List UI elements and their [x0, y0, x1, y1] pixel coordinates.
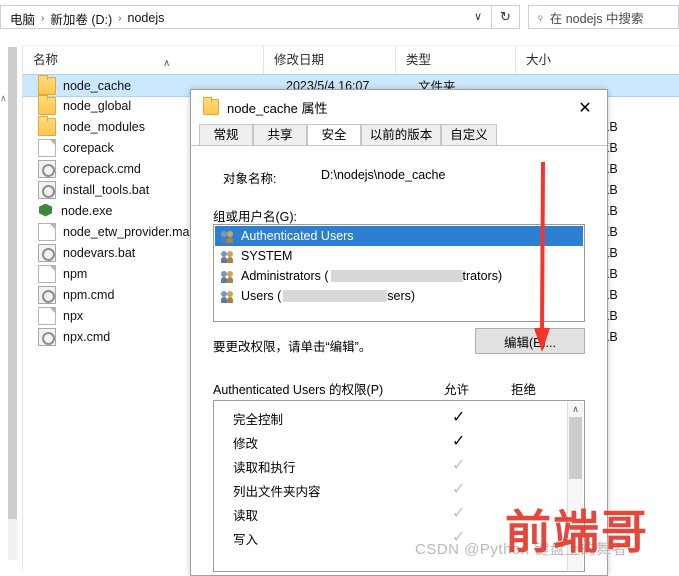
node-icon — [38, 203, 54, 219]
column-header-type[interactable]: 类型 — [395, 46, 515, 74]
group-user-listbox[interactable]: Authenticated Users SYSTEM Administrators … — [213, 224, 585, 322]
dialog-title-bar[interactable]: node_cache 属性 ✕ — [191, 90, 607, 124]
users-group-icon — [221, 270, 236, 283]
allow-checkmark-icon: ✓ — [452, 431, 466, 450]
tab-3[interactable]: 以前的版本 — [361, 124, 441, 146]
groups-label: 组或用户名(G): — [213, 210, 298, 224]
file-name: node.exe — [61, 203, 113, 218]
group-list-item[interactable]: Administrators ( trators) — [215, 266, 583, 286]
group-list-item[interactable]: Users ( sers) — [215, 286, 583, 306]
group-name: Users ( — [241, 289, 282, 303]
file-name: npx.cmd — [63, 329, 111, 344]
group-name: Authenticated Users — [241, 229, 354, 243]
nav-scrollbar-thumb[interactable] — [8, 47, 17, 519]
breadcrumb-separator: › — [41, 12, 45, 24]
group-name: Administrators ( — [241, 269, 329, 283]
file-name: node_cache — [63, 78, 132, 93]
breadcrumb-item-2[interactable]: nodejs — [125, 11, 168, 25]
document-icon — [38, 306, 56, 325]
collapse-caret-icon[interactable]: ∧ — [0, 93, 7, 104]
folder-icon — [38, 74, 56, 95]
allow-checkmark-icon: ✓ — [452, 455, 466, 474]
refresh-icon[interactable]: ↻ — [492, 5, 520, 29]
tab-2[interactable]: 安全 — [307, 124, 361, 146]
script-icon — [38, 243, 56, 262]
file-name: npm.cmd — [63, 287, 115, 302]
column-header-row: 名称 ∧ 修改日期 类型 大小 — [0, 45, 679, 75]
change-permission-hint: 要更改权限，请单击“编辑”。 — [213, 340, 372, 354]
allow-checkmark-icon: ✓ — [452, 407, 466, 426]
file-name: corepack — [63, 140, 114, 155]
document-icon — [38, 138, 56, 157]
edit-button[interactable]: 编辑(E)... — [475, 328, 585, 354]
permission-row[interactable]: 修改 ✓ — [215, 429, 583, 453]
search-placeholder: 在 nodejs 中搜索 — [549, 11, 644, 26]
breadcrumb-item-1[interactable]: 新加卷 (D:) — [47, 9, 115, 28]
users-group-icon — [221, 230, 236, 243]
file-name: corepack.cmd — [63, 161, 141, 176]
file-name: install_tools.bat — [63, 182, 150, 197]
chevron-down-icon[interactable]: ∨ — [471, 10, 485, 24]
permissions-title: Authenticated Users 的权限(P) — [213, 383, 384, 397]
redacted-text — [330, 270, 463, 282]
column-header-size[interactable]: 大小 — [515, 46, 679, 74]
tab-1[interactable]: 共享 — [253, 124, 307, 146]
tab-0[interactable]: 常规 — [199, 124, 253, 146]
permission-name: 读取 — [233, 509, 259, 523]
file-name: node_global — [63, 98, 132, 113]
deny-column-label: 拒绝 — [511, 383, 537, 397]
column-header-name[interactable]: 名称 ∧ — [23, 46, 263, 74]
script-icon — [38, 327, 56, 346]
object-name-value: D:\nodejs\node_cache — [321, 168, 446, 182]
permission-name: 完全控制 — [233, 413, 284, 427]
address-bar: 电脑 › 新加卷 (D:) › nodejs ∨ ↻ ⌕ 在 nodejs 中搜… — [0, 0, 679, 34]
allow-checkmark-icon: ✓ — [452, 503, 466, 522]
allow-checkmark-icon: ✓ — [452, 479, 466, 498]
permission-name: 列出文件夹内容 — [233, 485, 321, 499]
script-icon — [38, 159, 56, 178]
folder-icon — [38, 94, 56, 115]
tab-strip[interactable]: 常规 共享 安全 以前的版本 自定义 — [191, 124, 607, 146]
close-icon[interactable]: ✕ — [563, 90, 607, 124]
file-name: nodevars.bat — [63, 245, 136, 260]
file-name: npx — [63, 308, 84, 323]
permission-row[interactable]: 读取和执行 ✓ — [215, 453, 583, 477]
group-list-item[interactable]: SYSTEM — [215, 246, 583, 266]
folder-icon — [38, 115, 56, 136]
script-icon — [38, 180, 56, 199]
document-icon — [38, 222, 56, 241]
permission-name: 修改 — [233, 437, 259, 451]
redacted-text — [283, 290, 388, 302]
breadcrumb-separator: › — [118, 12, 122, 24]
navigation-pane: ∧ — [0, 45, 23, 570]
column-label: 名称 — [33, 53, 59, 67]
group-name: SYSTEM — [241, 249, 293, 263]
file-name: node_modules — [63, 119, 146, 134]
dialog-title: node_cache 属性 — [227, 100, 328, 116]
group-name-suffix: trators) — [462, 269, 503, 283]
object-name-label: 对象名称: — [223, 172, 277, 186]
search-input[interactable]: ⌕ 在 nodejs 中搜索 — [528, 5, 679, 29]
users-group-icon — [221, 290, 236, 303]
breadcrumb-address-box[interactable]: 电脑 › 新加卷 (D:) › nodejs ∨ — [0, 5, 492, 29]
permission-name: 写入 — [233, 533, 259, 547]
breadcrumb-item-0[interactable]: 电脑 — [7, 9, 38, 28]
document-icon — [38, 264, 56, 283]
author-stamp-watermark: 前端哥 — [505, 505, 649, 559]
group-list-item[interactable]: Authenticated Users — [215, 226, 583, 246]
search-icon: ⌕ — [532, 9, 548, 24]
nav-scrollbar[interactable] — [8, 47, 17, 560]
group-name-suffix: sers) — [387, 289, 416, 303]
file-name: node_etw_provider.man — [63, 224, 197, 239]
file-name: npm — [63, 266, 88, 281]
breadcrumb: 电脑 › 新加卷 (D:) › nodejs — [7, 9, 167, 27]
users-group-icon — [221, 250, 236, 263]
folder-icon — [203, 97, 219, 115]
permission-name: 读取和执行 — [233, 461, 296, 475]
column-header-date[interactable]: 修改日期 — [263, 46, 395, 74]
tab-4[interactable]: 自定义 — [441, 124, 497, 146]
allow-column-label: 允许 — [444, 383, 470, 397]
permission-row[interactable]: 完全控制 ✓ — [215, 405, 583, 429]
script-icon — [38, 285, 56, 304]
